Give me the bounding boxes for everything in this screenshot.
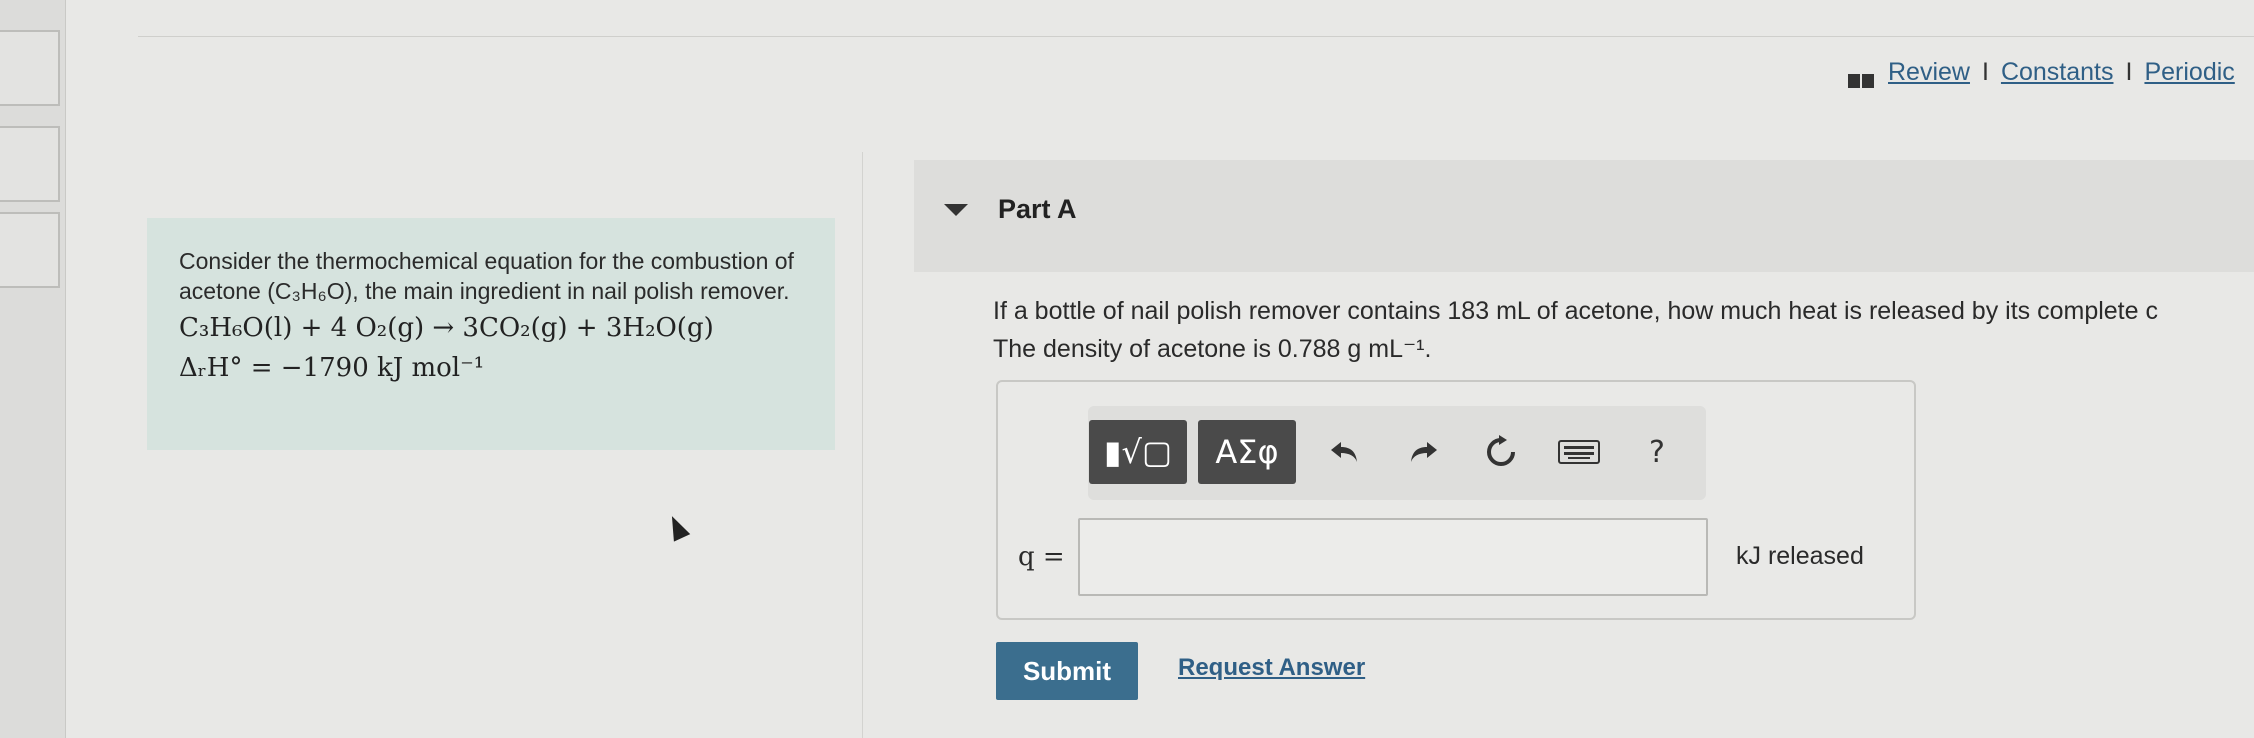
answer-box: ▮√▢ ΑΣφ ? q = kJ released [996, 380, 1916, 620]
link-separator: I [1981, 58, 1989, 86]
link-separator: I [2125, 58, 2133, 86]
review-link[interactable]: Review [1888, 58, 1970, 86]
part-header[interactable]: Part A [914, 160, 2254, 272]
column-divider [862, 152, 863, 738]
book-icon [1848, 66, 1874, 89]
rail-tab[interactable] [0, 30, 60, 106]
answer-input[interactable] [1078, 518, 1708, 596]
answer-unit: kJ released [1736, 542, 1864, 570]
answer-variable-label: q = [1018, 542, 1065, 572]
part-title: Part A [998, 194, 1077, 224]
math-toolbar: ▮√▢ ΑΣφ ? [1088, 406, 1706, 500]
chemical-equation: C₃H₆O(l) + 4 O₂(g) → 3CO₂(g) + 3H₂O(g) [179, 313, 714, 343]
keyboard-icon[interactable] [1554, 426, 1604, 478]
reset-icon[interactable] [1476, 426, 1526, 478]
templates-button[interactable]: ▮√▢ [1089, 420, 1187, 484]
periodic-link[interactable]: Periodic [2144, 58, 2234, 86]
resource-links: Review I Constants I Periodic [1848, 58, 2235, 89]
greek-symbols-button[interactable]: ΑΣφ [1198, 420, 1296, 484]
question-line-1: If a bottle of nail polish remover conta… [993, 297, 2158, 325]
redo-icon[interactable] [1398, 426, 1448, 478]
question-line-2: The density of acetone is 0.788 g mL⁻¹. [993, 335, 1432, 363]
collapse-caret-icon[interactable] [944, 204, 968, 216]
undo-icon[interactable] [1320, 426, 1370, 478]
left-rail [0, 0, 66, 738]
divider [138, 36, 2254, 37]
enthalpy-value: ΔᵣH° = −1790 kJ mol⁻¹ [179, 353, 485, 383]
rail-tab[interactable] [0, 126, 60, 202]
submit-button[interactable]: Submit [996, 642, 1138, 700]
constants-link[interactable]: Constants [2001, 58, 2114, 86]
help-icon[interactable]: ? [1632, 426, 1682, 478]
rail-tab[interactable] [0, 212, 60, 288]
problem-statement: Consider the thermochemical equation for… [147, 218, 835, 450]
request-answer-link[interactable]: Request Answer [1178, 654, 1365, 682]
problem-intro: Consider the thermochemical equation for… [179, 248, 794, 304]
question-text: If a bottle of nail polish remover conta… [993, 292, 2158, 368]
